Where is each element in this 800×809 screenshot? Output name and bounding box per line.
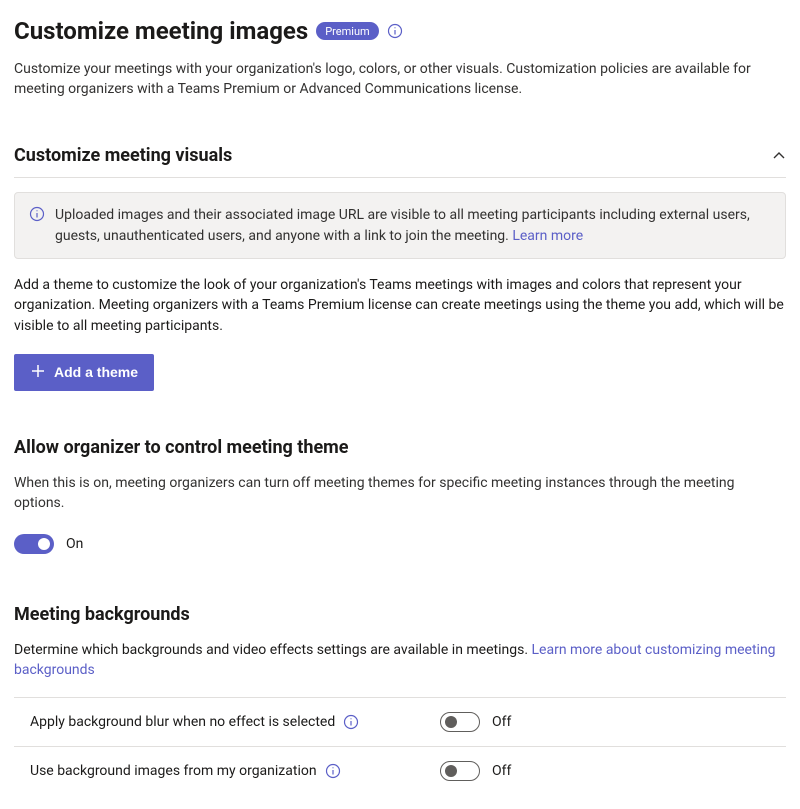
chevron-up-icon	[772, 149, 786, 163]
allow-organizer-description: When this is on, meeting organizers can …	[14, 473, 786, 514]
section-heading-backgrounds: Meeting backgrounds	[14, 602, 786, 628]
org-images-toggle[interactable]	[440, 761, 480, 781]
info-icon	[29, 206, 45, 222]
setting-label: Apply background blur when no effect is …	[30, 712, 335, 732]
backgrounds-desc-text: Determine which backgrounds and video ef…	[14, 642, 532, 658]
section-heading-visuals: Customize meeting visuals	[14, 143, 232, 169]
blur-toggle[interactable]	[440, 712, 480, 732]
premium-badge: Premium	[316, 22, 378, 40]
learn-more-link[interactable]: Learn more	[512, 228, 583, 244]
info-icon[interactable]	[387, 23, 403, 39]
plus-icon	[30, 363, 46, 382]
section-heading-allow-organizer: Allow organizer to control meeting theme	[14, 435, 786, 461]
backgrounds-description: Determine which backgrounds and video ef…	[14, 640, 786, 681]
add-theme-label: Add a theme	[54, 364, 138, 380]
section-header-visuals[interactable]: Customize meeting visuals	[14, 143, 786, 178]
add-theme-button[interactable]: Add a theme	[14, 354, 154, 391]
visuals-description: Add a theme to customize the look of you…	[14, 275, 786, 336]
setting-row-org-images: Use background images from my organizati…	[14, 746, 786, 795]
info-icon[interactable]	[325, 763, 341, 779]
blur-value: Off	[492, 712, 511, 732]
page-title: Customize meeting images	[14, 14, 308, 49]
allow-organizer-toggle[interactable]	[14, 534, 54, 554]
page-description: Customize your meetings with your organi…	[14, 59, 774, 100]
setting-label: Use background images from my organizati…	[30, 761, 317, 781]
setting-row-blur: Apply background blur when no effect is …	[14, 697, 786, 746]
info-banner-text: Uploaded images and their associated ima…	[55, 205, 771, 246]
allow-organizer-value: On	[66, 534, 83, 554]
info-banner: Uploaded images and their associated ima…	[14, 192, 786, 259]
info-banner-message: Uploaded images and their associated ima…	[55, 207, 750, 243]
org-images-value: Off	[492, 761, 511, 781]
info-icon[interactable]	[343, 714, 359, 730]
